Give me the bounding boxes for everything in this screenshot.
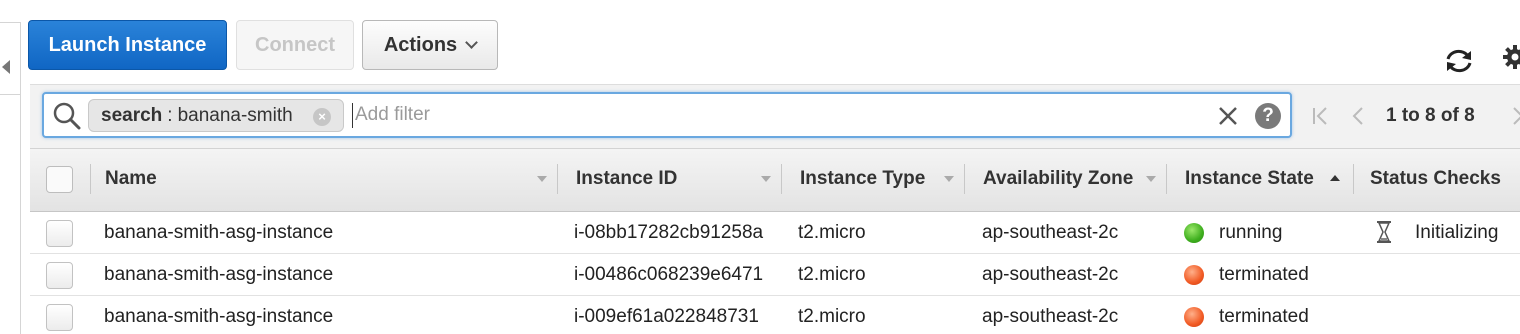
column-divider: [781, 164, 782, 194]
add-filter-input[interactable]: [355, 100, 1175, 130]
next-page-icon[interactable]: [1508, 105, 1520, 127]
cell-instance-type: t2.micro: [798, 222, 866, 243]
sort-icon[interactable]: [537, 176, 547, 182]
column-header-name[interactable]: Name: [105, 168, 157, 190]
row-checkbox[interactable]: [46, 220, 73, 247]
divider: [0, 22, 21, 23]
column-divider: [1353, 164, 1354, 194]
table-row[interactable]: banana-smith-asg-instance i-009ef61a0228…: [30, 296, 1520, 334]
row-checkbox[interactable]: [46, 304, 73, 331]
divider: [20, 22, 21, 334]
table-row[interactable]: banana-smith-asg-instance i-00486c068239…: [30, 254, 1520, 296]
actions-dropdown-button[interactable]: Actions: [362, 20, 498, 70]
column-header-instance-state[interactable]: Instance State: [1185, 168, 1314, 190]
terminated-status-icon: [1184, 265, 1204, 285]
left-nav-panel: [0, 0, 22, 334]
column-divider: [964, 164, 965, 194]
cell-availability-zone: ap-southeast-2c: [982, 264, 1119, 285]
collapse-nav-icon[interactable]: [2, 60, 10, 74]
first-page-icon[interactable]: [1310, 105, 1332, 127]
divider: [0, 94, 21, 95]
hourglass-icon: [1377, 221, 1391, 243]
previous-page-icon[interactable]: [1347, 105, 1369, 127]
cell-name: banana-smith-asg-instance: [104, 264, 334, 285]
cell-instance-id: i-00486c068239e6471: [574, 264, 764, 285]
column-divider: [1166, 164, 1167, 194]
filter-token[interactable]: search : banana-smith ×: [88, 99, 344, 132]
remove-filter-icon[interactable]: ×: [313, 108, 331, 126]
cell-instance-id: i-009ef61a022848731: [574, 306, 759, 327]
filter-token-key: search: [101, 104, 163, 126]
row-checkbox[interactable]: [46, 262, 73, 289]
sort-icon[interactable]: [1146, 176, 1156, 182]
cell-availability-zone: ap-southeast-2c: [982, 306, 1119, 327]
gear-icon[interactable]: [1502, 44, 1520, 70]
text-caret: [352, 103, 353, 128]
launch-instance-button[interactable]: Launch Instance: [28, 20, 227, 70]
cell-instance-type: t2.micro: [798, 264, 866, 285]
pagination-count: 1 to 8 of 8: [1386, 105, 1475, 126]
column-header-instance-type[interactable]: Instance Type: [800, 168, 925, 190]
cell-instance-state: terminated: [1219, 306, 1309, 327]
cell-instance-state: running: [1219, 222, 1283, 243]
cell-instance-id: i-08bb17282cb91258a: [574, 222, 764, 243]
table-row[interactable]: banana-smith-asg-instance i-08bb17282cb9…: [30, 212, 1520, 254]
sort-ascending-icon[interactable]: [1330, 175, 1340, 181]
terminated-status-icon: [1184, 307, 1204, 327]
column-header-status-checks[interactable]: Status Checks: [1370, 168, 1501, 190]
column-divider: [557, 164, 558, 194]
cell-instance-state: terminated: [1219, 264, 1309, 285]
cell-availability-zone: ap-southeast-2c: [982, 222, 1119, 243]
filter-token-sep: :: [167, 104, 173, 126]
cell-name: banana-smith-asg-instance: [104, 306, 334, 327]
connect-button[interactable]: Connect: [236, 20, 354, 70]
sort-icon[interactable]: [761, 176, 771, 182]
cell-instance-type: t2.micro: [798, 306, 866, 327]
refresh-icon[interactable]: [1444, 48, 1474, 74]
cell-name: banana-smith-asg-instance: [104, 222, 334, 243]
actions-label: Actions: [383, 33, 458, 56]
column-header-instance-id[interactable]: Instance ID: [576, 168, 677, 190]
search-icon: [53, 102, 81, 130]
chevron-down-icon: [465, 35, 479, 49]
help-icon[interactable]: ?: [1255, 103, 1281, 129]
cell-status-checks: Initializing: [1415, 222, 1499, 243]
filter-token-value: banana-smith: [177, 104, 293, 126]
close-icon[interactable]: [1216, 104, 1240, 128]
running-status-icon: [1184, 223, 1204, 243]
sort-icon[interactable]: [944, 176, 954, 182]
column-divider: [90, 164, 91, 194]
select-all-checkbox[interactable]: [46, 166, 73, 193]
column-header-availability-zone[interactable]: Availability Zone: [983, 168, 1133, 190]
